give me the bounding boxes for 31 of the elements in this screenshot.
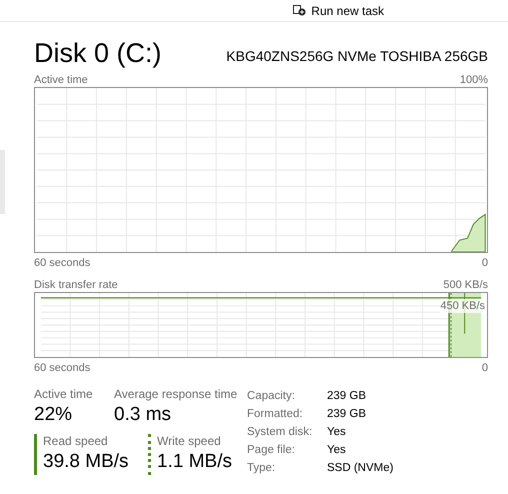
disk-title: Disk 0 (C:) [34, 37, 162, 69]
stat-value: 22% [34, 403, 74, 427]
chart-label: Disk transfer rate [34, 278, 118, 292]
stat-label: Read speed [43, 434, 109, 449]
chart-time-label: 60 seconds [34, 361, 90, 375]
chart-max-label: 100% [460, 73, 488, 87]
chart-min-label: 0 [482, 361, 488, 375]
property-value: SSD (NVMe) [327, 461, 394, 476]
property-label: Page file: [247, 443, 296, 458]
property-value: 239 GB [327, 407, 367, 422]
stat-value: 0.3 ms [114, 403, 172, 427]
property-label: Type: [247, 461, 276, 476]
chart-time-label: 60 seconds [34, 256, 90, 270]
chart-label: Active time [34, 73, 88, 87]
new-task-icon [293, 5, 306, 16]
stat-label: Active time [34, 387, 94, 402]
property-label: Formatted: [247, 407, 304, 422]
property-label: Capacity: [247, 389, 296, 404]
property-value: Yes [327, 425, 347, 440]
run-new-task-button[interactable]: Run new task [293, 4, 384, 18]
chart-max-label: 500 KB/s [443, 278, 488, 292]
property-value: 239 GB [327, 389, 367, 404]
stat-label: Average response time [114, 387, 238, 402]
property-value: Yes [327, 443, 347, 458]
chart-min-label: 0 [482, 256, 488, 270]
stat-label: Write speed [157, 434, 222, 449]
stat-value: 39.8 MB/s [43, 450, 130, 474]
stat-value: 1.1 MB/s [157, 450, 233, 474]
disk-model: KBG40ZNS256G NVMe TOSHIBA 256GB [226, 47, 488, 65]
property-label: System disk: [247, 425, 314, 440]
chart-marker-label: 450 KB/s [440, 299, 485, 313]
